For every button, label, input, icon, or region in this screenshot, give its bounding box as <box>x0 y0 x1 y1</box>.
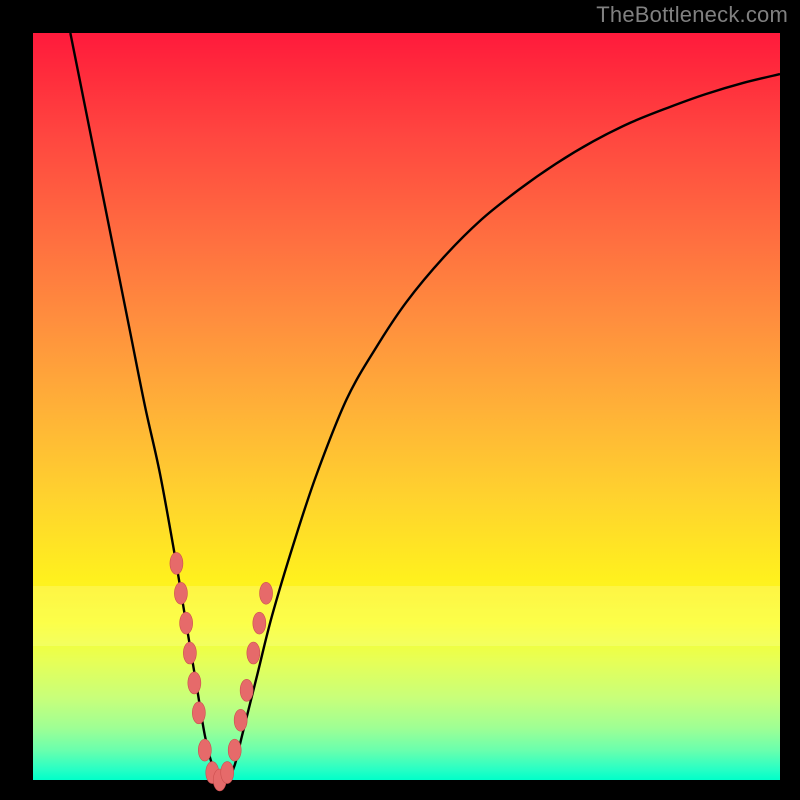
marker-dot <box>180 612 193 634</box>
marker-dot <box>253 612 266 634</box>
marker-dot <box>188 672 201 694</box>
marker-dot <box>247 642 260 664</box>
marker-dot <box>228 739 241 761</box>
marker-dot <box>260 582 273 604</box>
marker-dot <box>198 739 211 761</box>
marker-dot <box>221 762 234 784</box>
marker-dot <box>183 642 196 664</box>
chart-svg <box>33 33 780 780</box>
plot-area <box>33 33 780 780</box>
watermark-text: TheBottleneck.com <box>596 2 788 28</box>
marker-dot <box>192 702 205 724</box>
marker-dot <box>240 679 253 701</box>
bottleneck-curve <box>70 33 780 782</box>
marker-dot <box>170 552 183 574</box>
marker-dot <box>234 709 247 731</box>
outer-frame: TheBottleneck.com <box>0 0 800 800</box>
marker-dot <box>174 582 187 604</box>
